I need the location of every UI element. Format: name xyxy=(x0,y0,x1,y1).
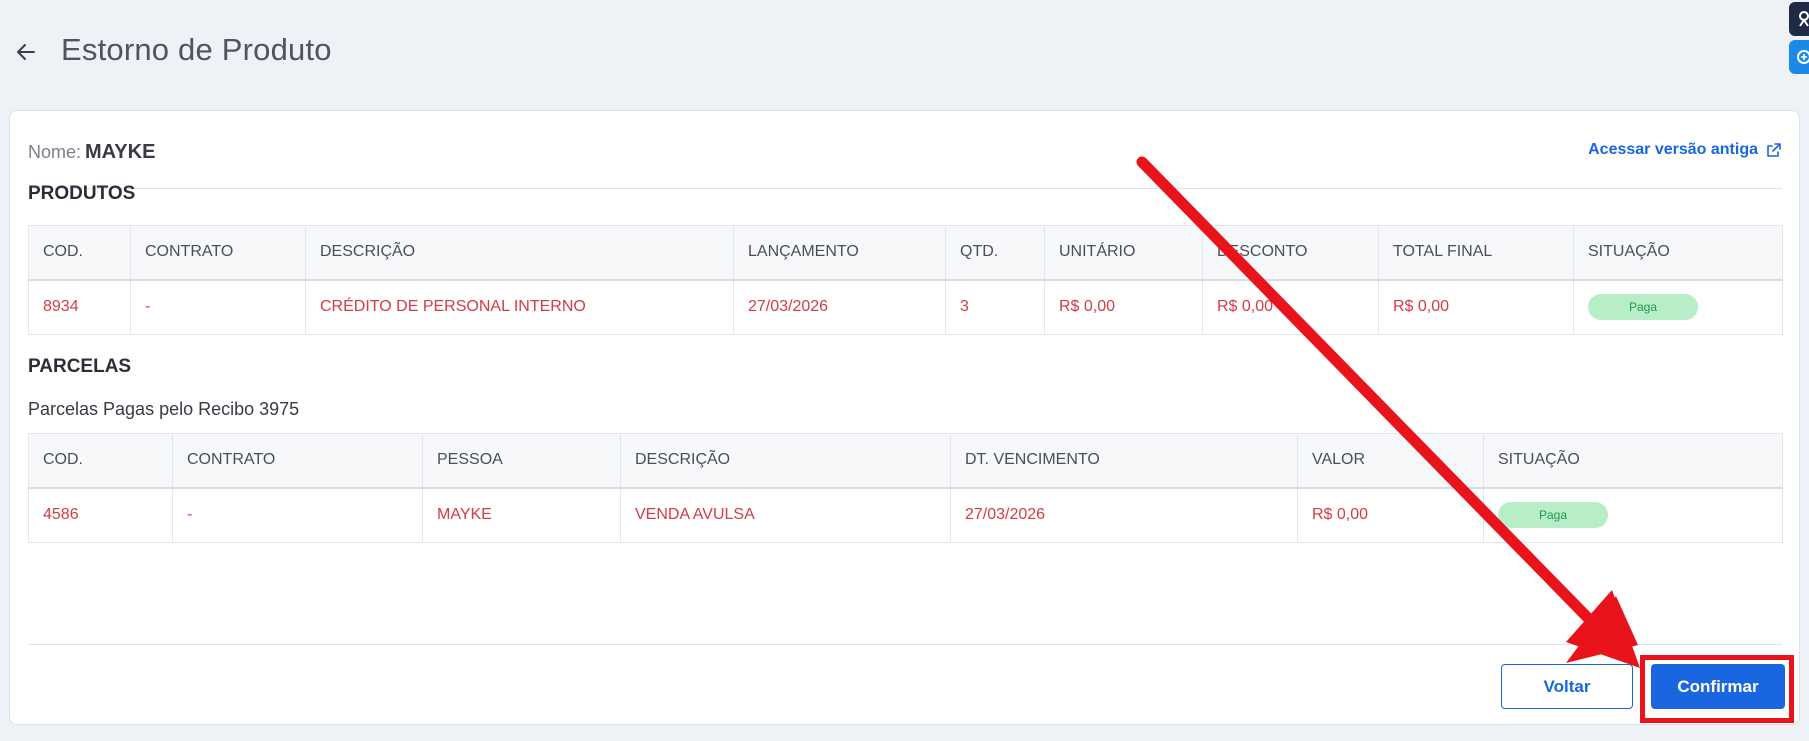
cell-dt-vencimento: 27/03/2026 xyxy=(950,487,1298,543)
produtos-title: PRODUTOS xyxy=(28,183,136,204)
cell-situacao: Paga xyxy=(1573,279,1783,335)
side-assistant-button[interactable] xyxy=(1789,40,1809,74)
cell-total-final: R$ 0,00 xyxy=(1378,279,1574,335)
table-row[interactable]: 8934 - CRÉDITO DE PERSONAL INTERNO 27/03… xyxy=(28,279,1783,335)
refund-card: Nome: MAYKE Acessar versão antiga PRODUT… xyxy=(9,110,1800,725)
cell-situacao: Paga xyxy=(1483,487,1783,543)
col-contrato: CONTRATO xyxy=(172,433,423,489)
customer-name: MAYKE xyxy=(85,141,156,163)
col-dt-vencimento: DT. VENCIMENTO xyxy=(950,433,1298,489)
col-valor: VALOR xyxy=(1297,433,1484,489)
cell-descricao: VENDA AVULSA xyxy=(620,487,951,543)
col-situacao: SITUAÇÃO xyxy=(1573,225,1783,281)
page-title: Estorno de Produto xyxy=(61,32,332,67)
col-desconto: DESCONTO xyxy=(1202,225,1379,281)
col-descricao: DESCRIÇÃO xyxy=(620,433,951,489)
cell-contrato: - xyxy=(130,279,306,335)
cell-contrato: - xyxy=(172,487,423,543)
old-version-link[interactable]: Acessar versão antiga xyxy=(1588,141,1782,159)
cell-qtd: 3 xyxy=(945,279,1045,335)
customer-row: Nome: MAYKE Acessar versão antiga xyxy=(28,141,1782,189)
cell-pessoa: MAYKE xyxy=(422,487,621,543)
old-version-link-label: Acessar versão antiga xyxy=(1588,141,1758,158)
produtos-table: COD. CONTRATO DESCRIÇÃO LANÇAMENTO QTD. … xyxy=(28,225,1783,335)
footer-divider xyxy=(28,644,1782,645)
col-descricao: DESCRIÇÃO xyxy=(305,225,734,281)
page-header: Estorno de Produto xyxy=(0,0,1809,110)
cell-desconto: R$ 0,00 xyxy=(1202,279,1379,335)
back-button[interactable]: Voltar xyxy=(1501,664,1633,709)
col-cod: COD. xyxy=(28,225,131,281)
col-cod: COD. xyxy=(28,433,173,489)
cell-unitario: R$ 0,00 xyxy=(1044,279,1203,335)
status-badge: Paga xyxy=(1588,294,1698,321)
status-badge: Paga xyxy=(1498,502,1608,529)
cell-cod: 8934 xyxy=(28,279,131,335)
cell-cod: 4586 xyxy=(28,487,173,543)
col-pessoa: PESSOA xyxy=(422,433,621,489)
cell-descricao: CRÉDITO DE PERSONAL INTERNO xyxy=(305,279,734,335)
col-unitario: UNITÁRIO xyxy=(1044,225,1203,281)
parcelas-table: COD. CONTRATO PESSOA DESCRIÇÃO DT. VENCI… xyxy=(28,433,1783,543)
external-link-icon xyxy=(1767,143,1781,157)
tool-icon xyxy=(1799,11,1809,27)
name-label: Nome: xyxy=(28,142,82,162)
confirm-button[interactable]: Confirmar xyxy=(1651,664,1785,709)
col-lancamento: LANÇAMENTO xyxy=(733,225,946,281)
parcelas-title: PARCELAS xyxy=(28,356,132,377)
parcelas-subtitle: Parcelas Pagas pelo Recibo 3975 xyxy=(28,399,300,419)
cell-lancamento: 27/03/2026 xyxy=(733,279,946,335)
assistant-icon xyxy=(1797,50,1809,64)
col-contrato: CONTRATO xyxy=(130,225,306,281)
side-tool-button[interactable] xyxy=(1789,2,1809,36)
cell-valor: R$ 0,00 xyxy=(1297,487,1484,543)
parcelas-header-row: COD. CONTRATO PESSOA DESCRIÇÃO DT. VENCI… xyxy=(28,433,1783,489)
col-total-final: TOTAL FINAL xyxy=(1378,225,1574,281)
col-situacao: SITUAÇÃO xyxy=(1483,433,1783,489)
table-row[interactable]: 4586 - MAYKE VENDA AVULSA 27/03/2026 R$ … xyxy=(28,487,1783,543)
col-qtd: QTD. xyxy=(945,225,1045,281)
arrow-left-icon[interactable] xyxy=(14,40,38,64)
produtos-header-row: COD. CONTRATO DESCRIÇÃO LANÇAMENTO QTD. … xyxy=(28,225,1783,281)
